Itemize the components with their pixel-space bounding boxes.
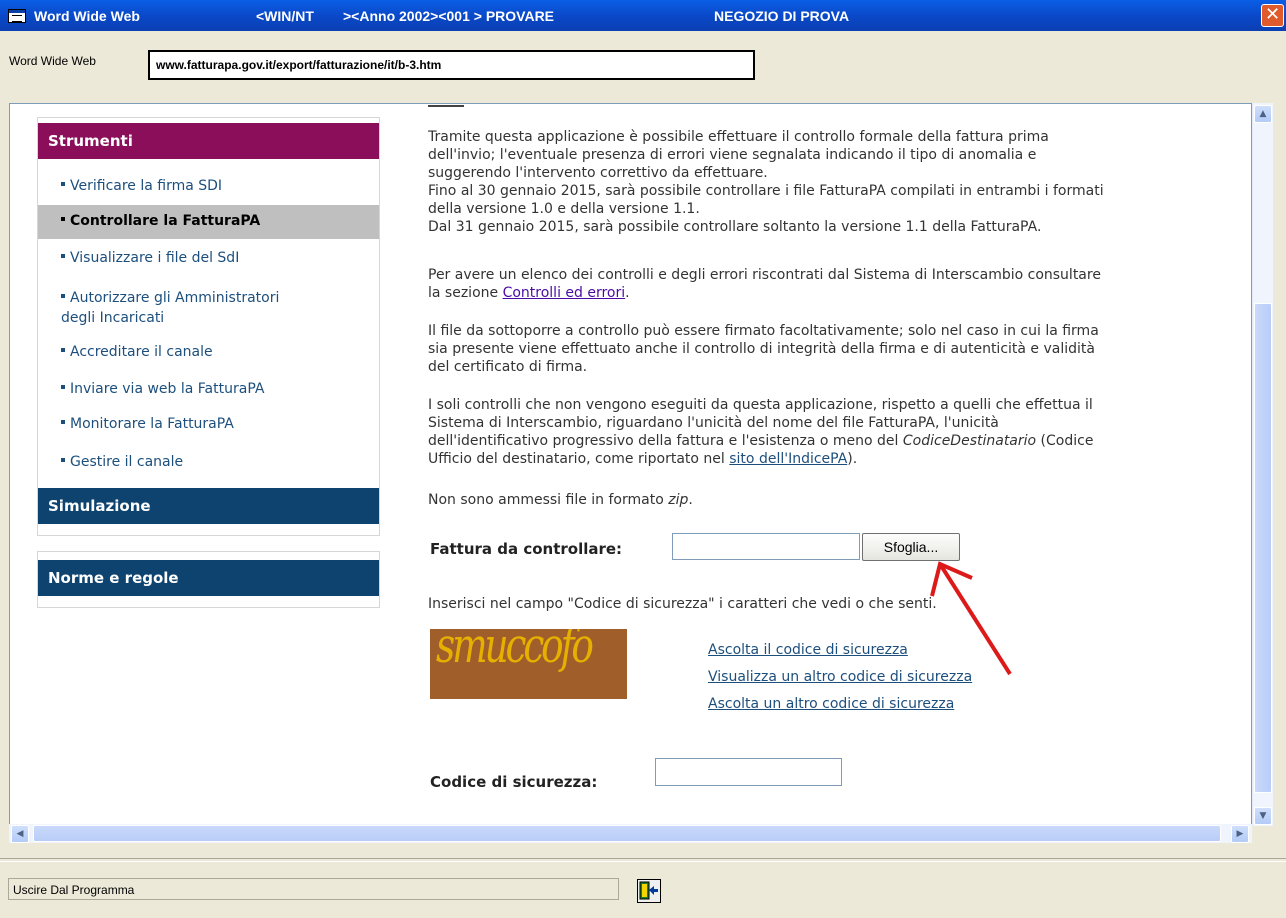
horizontal-scroll-thumb[interactable]: [33, 825, 1221, 842]
scroll-down-button[interactable]: ▼: [1254, 807, 1272, 825]
os-segment: <WIN/NT: [256, 8, 314, 24]
window-title: Word Wide Web: [34, 8, 140, 24]
close-button[interactable]: ✕: [1261, 4, 1284, 27]
exit-door-icon: [639, 881, 658, 900]
browser-viewport: Strumenti Verificare la firma SDI Contro…: [9, 103, 1252, 828]
title-bar: Word Wide Web <WIN/NT ><Anno 2002><001 >…: [0, 0, 1286, 31]
close-icon: ✕: [1264, 4, 1281, 25]
address-input[interactable]: www.fatturapa.gov.it/export/fatturazione…: [148, 50, 755, 80]
shop-segment: NEGOZIO DI PROVA: [714, 8, 850, 24]
year-segment: ><Anno 2002><001 > PROVARE: [343, 8, 555, 24]
scroll-right-button[interactable]: ▶: [1231, 825, 1249, 843]
divider: [0, 858, 1286, 862]
annotation-arrow: [930, 561, 1012, 676]
exit-button[interactable]: [637, 879, 661, 903]
scroll-corner: [1252, 826, 1272, 844]
address-label: Word Wide Web: [9, 54, 96, 68]
vertical-scrollbar[interactable]: ▲ ▼: [1252, 103, 1273, 826]
status-bar: Uscire Dal Programma: [8, 878, 619, 900]
horizontal-scrollbar[interactable]: ◀ ▶: [9, 824, 1252, 843]
window-icon[interactable]: [8, 9, 26, 23]
vertical-scroll-thumb[interactable]: [1254, 303, 1272, 793]
scroll-up-button[interactable]: ▲: [1254, 105, 1272, 123]
scroll-left-button[interactable]: ◀: [11, 825, 29, 843]
